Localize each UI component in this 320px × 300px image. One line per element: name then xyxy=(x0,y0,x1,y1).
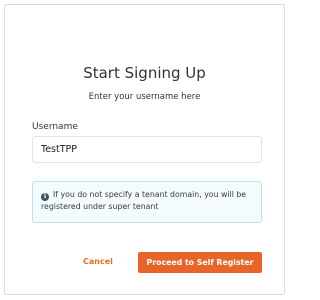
info-message-text: If you do not specify a tenant domain, y… xyxy=(41,190,247,211)
username-input[interactable] xyxy=(32,136,262,163)
signup-card: Start Signing Up Enter your username her… xyxy=(4,4,285,295)
page-subtitle: Enter your username here xyxy=(88,92,201,102)
info-message: i If you do not specify a tenant domain, … xyxy=(32,181,262,223)
proceed-to-self-register-button[interactable]: Proceed to Self Register xyxy=(138,252,262,273)
username-label: Username xyxy=(32,122,78,132)
info-icon: i xyxy=(41,193,49,201)
cancel-button[interactable]: Cancel xyxy=(83,256,113,268)
page-title: Start Signing Up xyxy=(83,64,206,82)
